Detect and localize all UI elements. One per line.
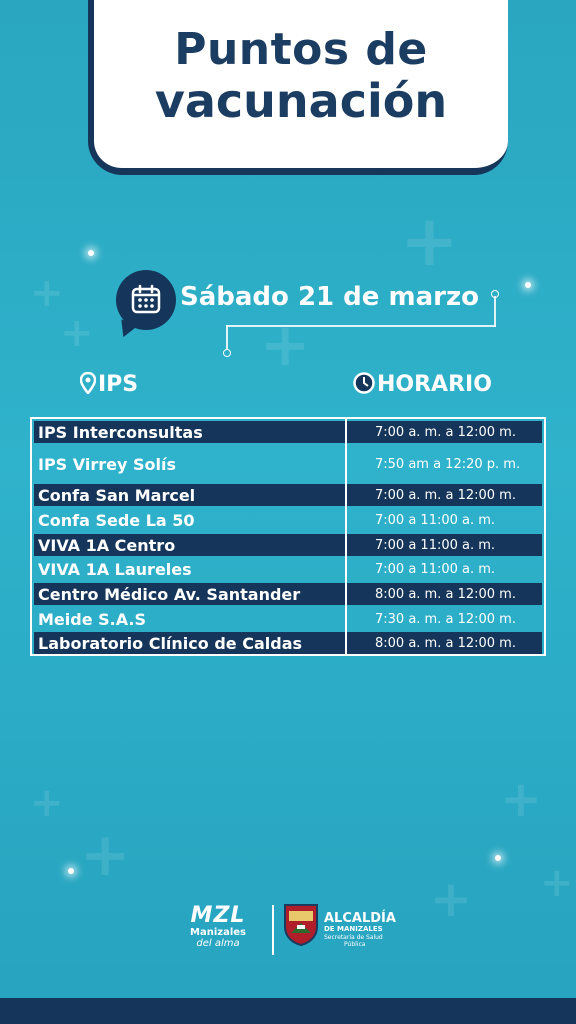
calendar-badge: [116, 270, 176, 330]
schedule-table: IPS Interconsultas 7:00 a. m. a 12:00 m.…: [30, 417, 546, 656]
ips-name: VIVA 1A Laureles: [38, 559, 192, 579]
title-line-1: Puntos de: [174, 24, 428, 75]
table-row: Confa Sede La 50 7:00 a 11:00 a. m.: [34, 509, 542, 531]
ips-name: Confa San Marcel: [38, 485, 196, 505]
logo-separator: [272, 905, 274, 955]
ips-name: Meide S.A.S: [38, 609, 147, 629]
table-row: IPS Interconsultas 7:00 a. m. a 12:00 m.: [34, 421, 542, 443]
decor-line: [494, 296, 496, 327]
ips-name: Laboratorio Clínico de Caldas: [38, 633, 303, 653]
decor-line: [226, 325, 228, 350]
decor-cross: +: [400, 200, 459, 282]
ips-time: 7:00 a. m. a 12:00 m.: [375, 424, 516, 440]
decor-cross: +: [500, 770, 542, 828]
ips-name: VIVA 1A Centro: [38, 535, 176, 555]
mzl-logo-tagline: del alma: [196, 938, 240, 949]
decor-line: [226, 325, 496, 327]
ips-time: 8:00 a. m. a 12:00 m.: [375, 586, 516, 602]
decor-cross: +: [30, 780, 64, 826]
ips-time: 7:00 a 11:00 a. m.: [375, 561, 496, 577]
table-row: VIVA 1A Laureles 7:00 a 11:00 a. m.: [34, 558, 542, 580]
sparkle: [88, 250, 94, 256]
ips-time: 7:50 am a 12:20 p. m.: [375, 456, 521, 472]
calendar-icon: [131, 284, 161, 314]
title-card: Puntos de vacunación: [88, 0, 508, 175]
sparkle: [525, 282, 531, 288]
alcaldia-subtitle: DE MANIZALES: [324, 925, 383, 933]
secretaria-line-1: Secretaría de Salud: [324, 934, 383, 941]
ips-name: IPS Interconsultas: [38, 422, 203, 442]
table-row: Centro Médico Av. Santander 8:00 a. m. a…: [34, 583, 542, 605]
event-date: Sábado 21 de marzo: [180, 282, 479, 312]
decor-cross: +: [60, 310, 94, 356]
table-row: Confa San Marcel 7:00 a. m. a 12:00 m.: [34, 484, 542, 506]
bottom-bar: [0, 998, 576, 1024]
table-row: IPS Virrey Solís 7:50 am a 12:20 p. m.: [34, 453, 542, 475]
alcaldia-logo: ALCALDÍA DE MANIZALES Secretaría de Salu…: [324, 912, 396, 948]
decor-cross: +: [30, 270, 64, 316]
ips-time: 7:00 a 11:00 a. m.: [375, 512, 496, 528]
ips-name: IPS Virrey Solís: [38, 454, 176, 474]
mzl-logo: MZL Manizales del alma: [190, 903, 246, 950]
header-ips: IPS: [79, 371, 139, 397]
header-horario: HORARIO: [353, 372, 492, 397]
header-ips-label: IPS: [98, 372, 139, 397]
decor-cross: +: [540, 860, 574, 906]
location-pin-icon: [79, 371, 97, 395]
decor-cross: +: [260, 310, 311, 380]
ips-time: 7:30 a. m. a 12:00 m.: [375, 611, 516, 627]
header-horario-label: HORARIO: [377, 372, 492, 397]
decor-dot: [223, 349, 231, 357]
column-divider: [345, 419, 347, 654]
table-row: Laboratorio Clínico de Caldas 8:00 a. m.…: [34, 632, 542, 654]
table-row: Meide S.A.S 7:30 a. m. a 12:00 m.: [34, 608, 542, 630]
title-line-2: vacunación: [154, 74, 448, 128]
sparkle: [68, 868, 74, 874]
decor-cross: +: [80, 820, 131, 890]
sparkle: [495, 855, 501, 861]
decor-dot: [491, 290, 499, 298]
ips-name: Centro Médico Av. Santander: [38, 584, 301, 604]
ips-time: 7:00 a 11:00 a. m.: [375, 537, 496, 553]
ips-time: 8:00 a. m. a 12:00 m.: [375, 635, 516, 651]
mzl-logo-text: MZL: [190, 903, 246, 928]
manizales-coat-of-arms-icon: [284, 904, 318, 947]
ips-time: 7:00 a. m. a 12:00 m.: [375, 487, 516, 503]
alcaldia-title: ALCALDÍA: [324, 911, 396, 926]
secretaria-line-2: Pública: [344, 941, 366, 948]
clock-icon: [353, 372, 375, 394]
mzl-logo-manizales: Manizales: [190, 927, 246, 938]
ips-name: Confa Sede La 50: [38, 510, 195, 530]
decor-cross: +: [430, 870, 472, 928]
table-row: VIVA 1A Centro 7:00 a 11:00 a. m.: [34, 534, 542, 556]
